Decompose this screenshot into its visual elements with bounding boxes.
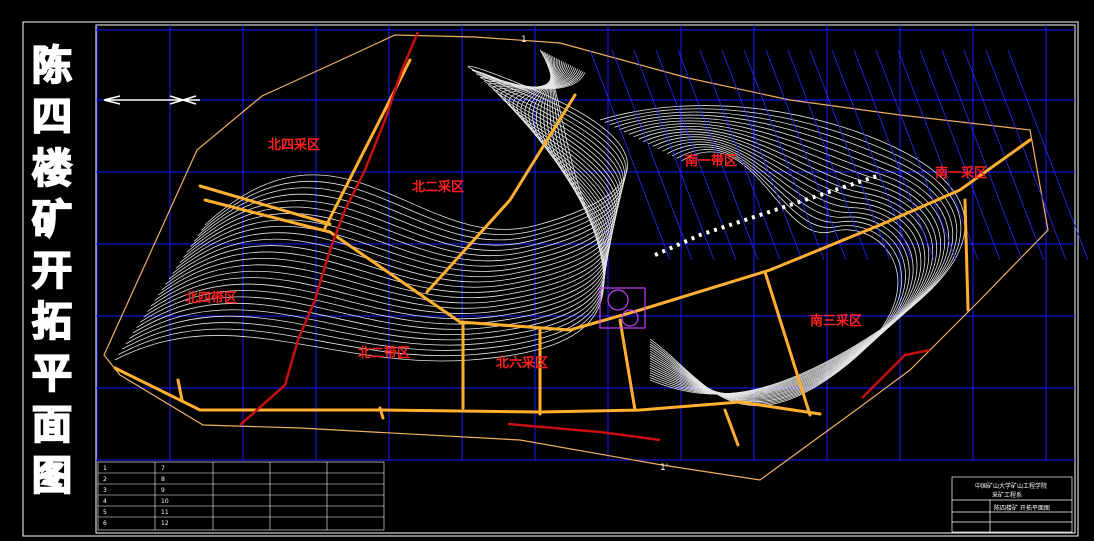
legend-number-7: 7 bbox=[161, 465, 165, 472]
legend-number-4: 4 bbox=[103, 498, 107, 505]
legend-table bbox=[97, 461, 385, 531]
legend-table-frame bbox=[97, 461, 385, 531]
south-section-mark: 1' bbox=[660, 463, 668, 473]
shaft-1 bbox=[607, 289, 629, 311]
hatch-line-18 bbox=[985, 49, 1067, 261]
title-char-3: 楼 bbox=[31, 145, 73, 192]
legend-number-2: 2 bbox=[103, 476, 107, 483]
contour-east-13 bbox=[649, 141, 914, 401]
hatch-line-15 bbox=[919, 49, 1001, 261]
contour-east-12 bbox=[649, 138, 918, 400]
title-block-dept: 采矿工程系 bbox=[992, 492, 1023, 499]
title-char-6: 拓 bbox=[31, 299, 73, 346]
title-char-7: 平 bbox=[31, 350, 73, 397]
legend-number-3: 3 bbox=[103, 487, 107, 494]
legend-number-9: 9 bbox=[161, 487, 165, 494]
north-arrow-icon bbox=[103, 95, 200, 105]
legend-number-10: 10 bbox=[161, 498, 169, 505]
title-char-8: 面 bbox=[31, 401, 73, 448]
contour-west-10 bbox=[150, 58, 611, 309]
legend-number-1: 1 bbox=[103, 465, 107, 472]
contour-east-15 bbox=[649, 146, 906, 404]
roadway-west-stub bbox=[176, 378, 184, 402]
roadway-branch bbox=[618, 318, 637, 412]
legend-number-8: 8 bbox=[161, 476, 165, 483]
mine-boundary bbox=[103, 34, 1049, 481]
roadway-east bbox=[963, 198, 970, 312]
fault-south bbox=[507, 422, 661, 442]
title-char-1: 陈 bbox=[31, 43, 73, 89]
hatch-line-1 bbox=[611, 49, 693, 261]
zone-label-south-three-mining: 南三采区 bbox=[810, 314, 863, 329]
fault-west bbox=[239, 31, 420, 426]
title-char-9: 图 bbox=[31, 453, 73, 499]
hatch-line-0 bbox=[589, 49, 671, 261]
fault-east bbox=[861, 348, 931, 399]
title-block-org: 中国矿山大学矿山工程学院 bbox=[975, 483, 1048, 490]
title-char-2: 四 bbox=[31, 94, 73, 141]
hatch-line-10 bbox=[809, 49, 891, 261]
legend-number-12: 12 bbox=[161, 520, 169, 527]
contour-east-10 bbox=[647, 133, 926, 398]
zone-label-north-four-belt: 北四带区 bbox=[185, 291, 238, 306]
hatched-area bbox=[589, 49, 1089, 261]
zone-label-north-six-mining: 北六采区 bbox=[496, 356, 549, 371]
contour-west-19 bbox=[183, 66, 620, 262]
mine-plan-drawing: 1 1' bbox=[22, 21, 1089, 537]
zone-label-north-two-belt: 北二带区 bbox=[358, 346, 411, 361]
zone-label-north-two-mining: 北二采区 bbox=[412, 180, 465, 195]
shaft-area bbox=[599, 287, 646, 329]
hatch-line-17 bbox=[963, 49, 1045, 261]
dashed-mark-line bbox=[654, 173, 881, 257]
legend-number-5: 5 bbox=[103, 509, 107, 516]
legend-number-11: 11 bbox=[161, 509, 169, 516]
title-char-5: 开 bbox=[31, 248, 73, 294]
north-section-mark: 1 bbox=[521, 35, 527, 45]
zone-label-south-one-mining: 南一采区 bbox=[935, 166, 988, 181]
zone-label-north-four-mining: 北四采区 bbox=[268, 138, 321, 153]
zone-label-south-one-belt: 南一带区 bbox=[685, 154, 738, 169]
title-char-4: 矿 bbox=[31, 196, 73, 243]
hatch-line-9 bbox=[787, 49, 869, 261]
roadway-south-tail bbox=[723, 408, 740, 447]
title-block-drawing-name: 陈四楼矿 开拓平面图 bbox=[994, 505, 1050, 512]
drawing-title: 陈 四 楼 矿 开 拓 平 面 图 bbox=[30, 43, 74, 499]
contour-east-3 bbox=[614, 114, 954, 394]
legend-number-6: 6 bbox=[103, 520, 107, 527]
contour-east-6 bbox=[628, 123, 942, 395]
hatch-line-8 bbox=[765, 49, 847, 261]
